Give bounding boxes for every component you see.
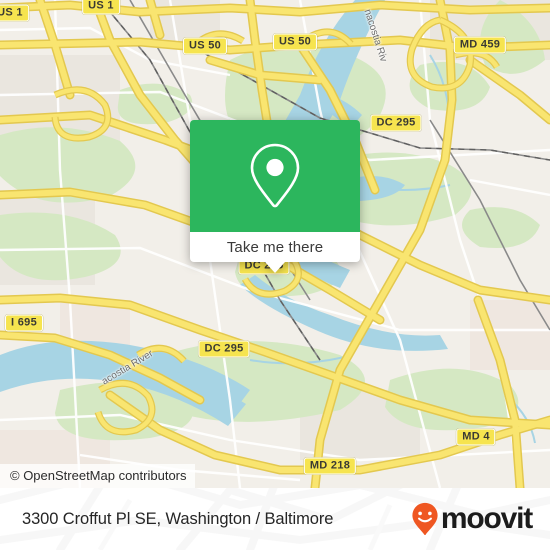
road-shield-md-4[interactable]: MD 4 xyxy=(456,428,496,446)
road-shield-md-459[interactable]: MD 459 xyxy=(453,36,507,54)
location-callout-card[interactable]: Take me there xyxy=(190,120,360,273)
card-pin-panel xyxy=(190,120,360,232)
road-shield-i-695[interactable]: I 695 xyxy=(5,314,43,332)
moovit-logo[interactable]: moovit xyxy=(411,502,533,536)
callout-tail xyxy=(265,262,285,273)
moovit-map-page: nacostia Riv acostia River US 1 US 1 US … xyxy=(0,0,550,550)
take-me-there-label: Take me there xyxy=(226,238,324,256)
take-me-there-button[interactable]: Take me there xyxy=(190,232,360,273)
road-shield-us-50[interactable]: US 50 xyxy=(182,37,228,55)
road-shield-dc-295[interactable]: DC 295 xyxy=(370,114,422,132)
moovit-wordmark: moovit xyxy=(440,502,533,535)
openstreetmap-attribution[interactable]: © OpenStreetMap contributors xyxy=(0,464,195,488)
map-pin-icon xyxy=(250,143,300,208)
footer-bar: 3300 Croffut Pl SE, Washington / Baltimo… xyxy=(0,488,550,550)
address-text: 3300 Croffut Pl SE, Washington / Baltimo… xyxy=(22,509,334,528)
road-shield-md-218[interactable]: MD 218 xyxy=(303,457,357,475)
moovit-smiley-pin-icon xyxy=(412,502,438,536)
road-shield-us-1[interactable]: US 1 xyxy=(82,0,120,15)
road-shield-dc-295[interactable]: DC 295 xyxy=(198,340,250,358)
road-shield-us-1[interactable]: US 1 xyxy=(0,4,29,22)
road-shield-us-50[interactable]: US 50 xyxy=(272,33,318,51)
